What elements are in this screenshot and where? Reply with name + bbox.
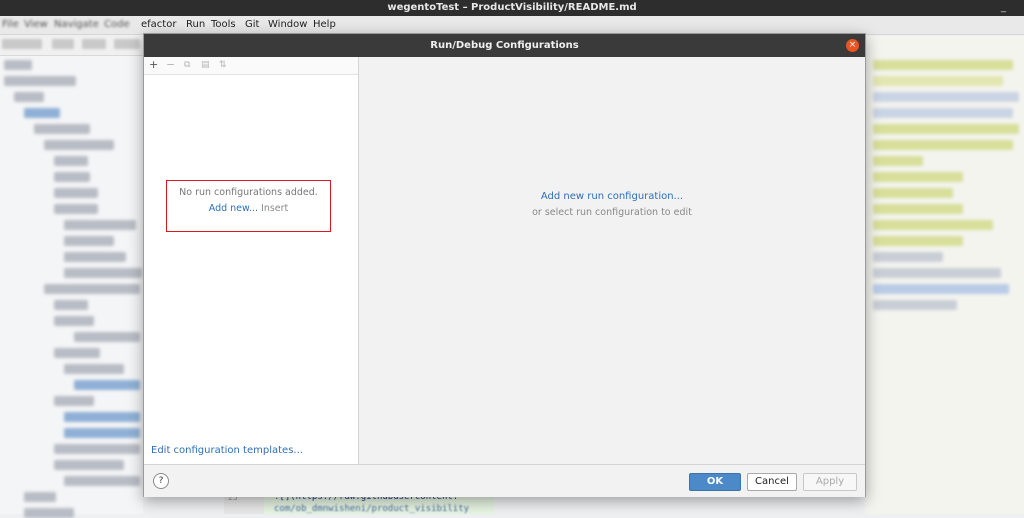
file-tab[interactable] (873, 140, 1013, 150)
tree-node[interactable] (54, 188, 98, 198)
file-tab[interactable] (873, 300, 957, 310)
file-tab[interactable] (873, 188, 953, 198)
cancel-button[interactable]: Cancel (747, 473, 797, 491)
help-button[interactable]: ? (153, 473, 169, 489)
add-new-line: Add new... Insert (167, 203, 330, 214)
file-tab[interactable] (873, 108, 1013, 118)
dialog-footer: ? OK Cancel Apply (144, 464, 865, 497)
tree-node[interactable] (64, 236, 114, 246)
tree-node[interactable] (54, 300, 88, 310)
edit-configuration-templates-link[interactable]: Edit configuration templates... (151, 445, 303, 456)
file-tab[interactable] (873, 76, 1003, 86)
toolbar-breadcrumb (114, 39, 140, 49)
apply-button[interactable]: Apply (803, 473, 857, 491)
tree-node[interactable] (74, 332, 140, 342)
file-tab[interactable] (873, 60, 1013, 70)
tree-node[interactable] (74, 380, 140, 390)
toolbar-breadcrumb (82, 39, 106, 49)
tree-node[interactable] (54, 156, 88, 166)
toolbar-breadcrumb (52, 39, 74, 49)
menu-git[interactable]: Git (245, 16, 259, 34)
tree-node[interactable] (14, 92, 44, 102)
file-tab[interactable] (873, 204, 963, 214)
tree-node[interactable] (64, 476, 140, 486)
menu-file[interactable]: File (2, 16, 19, 34)
tree-node[interactable] (64, 268, 142, 278)
menu-refactor[interactable]: efactor (141, 16, 176, 34)
menu-tools[interactable]: Tools (211, 16, 236, 34)
tree-node[interactable] (64, 252, 126, 262)
file-tab[interactable] (873, 268, 1001, 278)
tree-node[interactable] (54, 460, 124, 470)
select-configuration-hint: or select run configuration to edit (532, 207, 692, 218)
file-tab[interactable] (873, 124, 1019, 134)
dialog-title-bar: Run/Debug Configurations (144, 34, 865, 57)
editor-tabs-panel (865, 36, 1024, 514)
tree-node[interactable] (24, 492, 56, 502)
tree-node[interactable] (54, 396, 94, 406)
file-tab[interactable] (873, 220, 993, 230)
tree-node[interactable] (24, 508, 74, 518)
save-icon[interactable]: ▤ (201, 58, 210, 72)
tree-node[interactable] (34, 124, 90, 134)
file-tab[interactable] (873, 172, 963, 182)
tree-node[interactable] (4, 76, 76, 86)
tree-node[interactable] (54, 348, 100, 358)
file-tab[interactable] (873, 156, 923, 166)
minimize-button[interactable]: _ (1001, 0, 1006, 16)
file-tab[interactable] (873, 236, 963, 246)
project-tree-panel (0, 56, 143, 518)
configurations-toolbar: + − ⧉ ▤ ⇅ (144, 57, 358, 75)
tree-node[interactable] (24, 108, 60, 118)
tree-node[interactable] (54, 444, 140, 454)
tree-node[interactable] (54, 204, 98, 214)
configurations-list-pane: + − ⧉ ▤ ⇅ No run configurations added. A… (144, 57, 359, 464)
tree-node[interactable] (64, 412, 140, 422)
no-configurations-text: No run configurations added. (179, 187, 318, 198)
copy-icon[interactable]: ⧉ (184, 58, 190, 72)
tree-node[interactable] (64, 428, 140, 438)
add-icon[interactable]: + (149, 58, 158, 72)
file-tab[interactable] (873, 284, 1009, 294)
dialog-title: Run/Debug Configurations (430, 40, 579, 51)
close-button[interactable]: × (846, 39, 859, 52)
window-title: wegentoTest – ProductVisibility/README.m… (387, 2, 637, 13)
tree-node[interactable] (54, 172, 90, 182)
project-tab[interactable] (4, 60, 32, 70)
file-tab[interactable] (873, 252, 943, 262)
menu-navigate[interactable]: Navigate (54, 16, 99, 34)
file-tab[interactable] (873, 92, 1019, 102)
menu-view[interactable]: View (24, 16, 48, 34)
menu-run[interactable]: Run (186, 16, 205, 34)
tree-node[interactable] (64, 220, 136, 230)
run-debug-configurations-dialog: Run/Debug Configurations × + − ⧉ ▤ ⇅ No … (143, 33, 866, 497)
ok-button[interactable]: OK (689, 473, 741, 491)
tree-node[interactable] (44, 284, 140, 294)
empty-state-highlight: No run configurations added. Add new... … (166, 180, 331, 232)
toolbar-breadcrumb (2, 39, 42, 49)
code-line: com/ob_dmnwisheni/product_visibility (274, 504, 470, 514)
tree-node[interactable] (54, 316, 94, 326)
menu-help[interactable]: Help (313, 16, 336, 34)
window-title-bar: wegentoTest – ProductVisibility/README.m… (0, 0, 1024, 16)
insert-shortcut-hint: Insert (261, 203, 289, 214)
tree-node[interactable] (64, 364, 124, 374)
remove-icon[interactable]: − (166, 58, 175, 72)
menu-window[interactable]: Window (268, 16, 307, 34)
add-new-link[interactable]: Add new... (209, 203, 258, 214)
sort-icon[interactable]: ⇅ (219, 58, 227, 72)
tree-node[interactable] (44, 140, 114, 150)
add-new-run-configuration-link[interactable]: Add new run configuration... (359, 191, 865, 202)
configuration-details-pane: Add new run configuration... or select r… (359, 57, 865, 464)
menu-code[interactable]: Code (104, 16, 130, 34)
